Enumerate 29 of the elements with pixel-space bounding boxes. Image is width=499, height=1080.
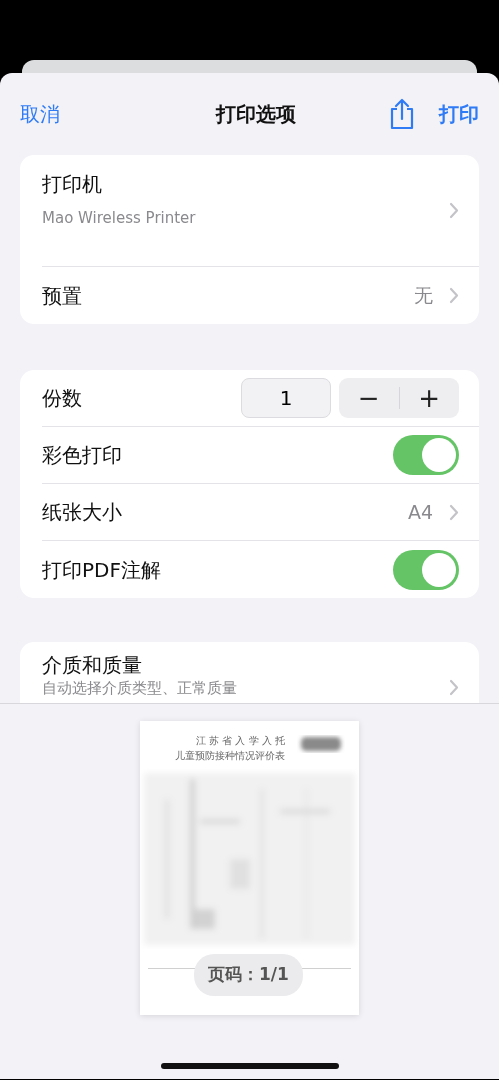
chevron-icon <box>449 287 459 304</box>
toggle-switch[interactable] <box>393 435 459 475</box>
row-label: 打印PDF注解 <box>42 556 162 584</box>
chevron-icon <box>449 678 459 696</box>
share-icon[interactable] <box>389 98 415 130</box>
row-label: 纸张大小 <box>42 499 123 526</box>
row-value: A4 <box>407 499 433 525</box>
page-number-label: 页码：1/1 <box>194 954 303 996</box>
toggle-switch[interactable] <box>393 549 459 590</box>
row-subtitle: Mao Wireless Printer <box>42 208 197 229</box>
chevron-icon <box>449 202 459 219</box>
row-subtitle: 自动选择介质类型、正常质量 <box>42 680 238 698</box>
page-preview[interactable]: 江 苏 省 入 学 入 托 儿童预防接种情况评价表 页码：1/1 <box>140 721 359 1015</box>
cancel-button[interactable]: 取消 <box>20 99 60 129</box>
row-label: 彩色打印 <box>42 442 123 469</box>
sheet-title: 打印选项 <box>214 101 297 128</box>
print-button[interactable]: 打印 <box>439 99 479 129</box>
row-label: 预置 <box>42 282 83 310</box>
copies-stepper[interactable]: − + <box>339 378 459 418</box>
copies-field[interactable]: 1 <box>241 378 331 418</box>
increment-button[interactable]: + <box>399 384 459 412</box>
decrement-button[interactable]: − <box>339 384 399 412</box>
document-heading: 儿童预防接种情况评价表 <box>175 749 285 763</box>
document-heading: 江 苏 省 入 学 入 托 <box>195 734 285 748</box>
row-label: 打印机 <box>42 171 103 198</box>
row-label: 份数 <box>42 385 83 412</box>
row-value: 无 <box>414 283 433 309</box>
chevron-icon <box>449 503 459 521</box>
row-label: 介质和质量 <box>42 652 143 679</box>
